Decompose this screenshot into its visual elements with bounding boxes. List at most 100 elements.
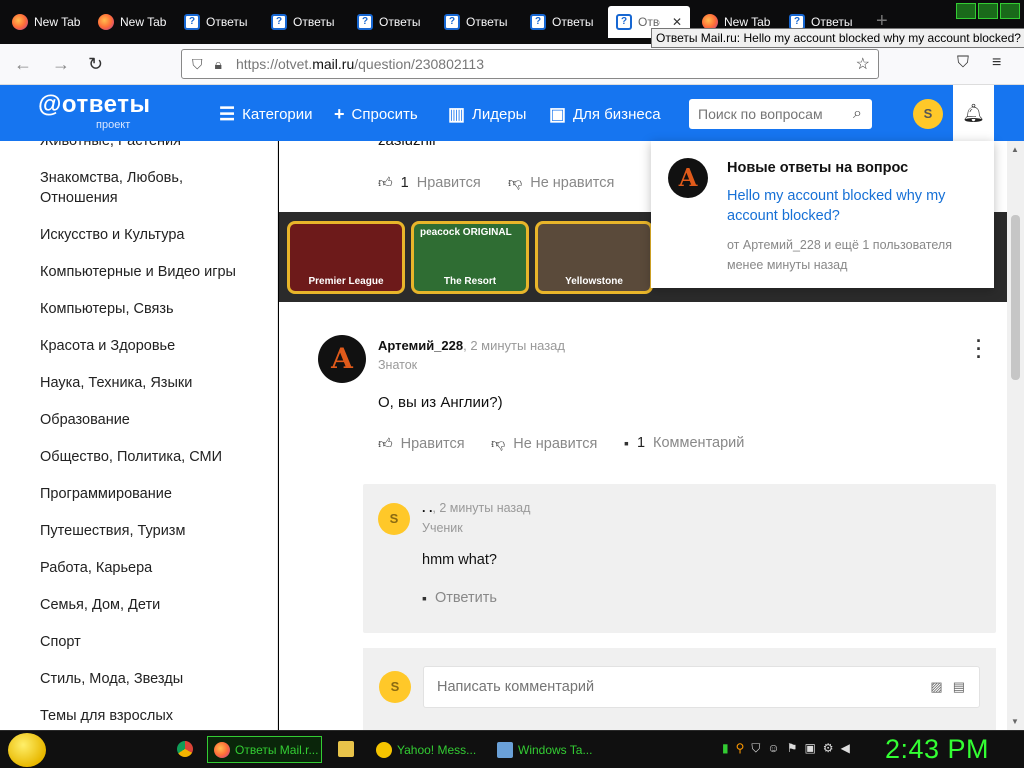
scroll-down-icon[interactable]: ▼ [1011, 717, 1019, 726]
browser-tab[interactable]: ? Ответы [436, 6, 520, 38]
thumbs-down-icon: 👎︎ [508, 174, 523, 190]
nav-leaders[interactable]: ▥ Лидеры [448, 104, 526, 125]
minimize-button[interactable] [956, 3, 976, 19]
ad-card[interactable]: Yellowstone [535, 221, 653, 294]
video-icon[interactable]: ▤ [953, 679, 965, 695]
ad-card[interactable]: Premier League [287, 221, 405, 294]
sidebar-item-family[interactable]: Семья, Дом, Дети [40, 595, 250, 615]
question-icon: ? [616, 14, 632, 30]
comment-icon: ▪ [624, 435, 629, 451]
window-icon [497, 741, 513, 758]
more-options-icon[interactable]: · · · [976, 332, 982, 366]
close-tab-icon[interactable]: ✕ [672, 15, 682, 29]
sidebar-item-programming[interactable]: Программирование [40, 484, 250, 504]
browser-tab[interactable]: ? Ответы [263, 6, 347, 38]
taskbar-item-messenger[interactable]: Yahoo! Mess... [370, 736, 485, 763]
browser-tab[interactable]: New Tab [90, 6, 174, 38]
bookmark-star-icon[interactable]: ☆ [856, 54, 870, 74]
comment-rank: Ученик [422, 521, 463, 535]
search-box[interactable]: ⌕ [689, 99, 872, 129]
taskbar-item-task-manager[interactable]: Windows Ta... [491, 736, 601, 763]
comments-button[interactable]: ▪ 1 Комментарий [624, 435, 744, 451]
like-button[interactable]: 👍︎ Нравится [378, 435, 465, 452]
sidebar-item-beauty[interactable]: Красота и Здоровье [40, 336, 250, 356]
sidebar-item-dating[interactable]: Знакомства, Любовь, Отношения [40, 168, 250, 208]
nav-business[interactable]: ▣ Для бизнеса [549, 104, 661, 125]
sidebar-item-work[interactable]: Работа, Карьера [40, 558, 250, 578]
question-icon: ? [271, 14, 287, 30]
volume-icon[interactable]: ◀ [841, 741, 850, 756]
sidebar-item-education[interactable]: Образование [40, 410, 250, 430]
search-icon[interactable]: ⌕ [853, 105, 862, 123]
ad-card[interactable]: peacock ORIGINAL The Resort [411, 221, 529, 294]
image-icon[interactable]: ▨ [930, 679, 942, 695]
reply-field[interactable]: ▨▤ [423, 666, 980, 708]
close-window-button[interactable] [1000, 3, 1020, 19]
question-icon: ? [444, 14, 460, 30]
dislike-button[interactable]: 👎︎ Не нравится [491, 435, 597, 452]
answer-author-avatar[interactable]: A [318, 335, 366, 383]
shield-icon[interactable]: ⛉ [192, 56, 203, 73]
nav-ask[interactable]: + Спросить [334, 104, 418, 125]
browser-tab[interactable]: ? Ответы [349, 6, 433, 38]
shield-icon[interactable]: ⛉ [751, 741, 760, 756]
forward-arrow-icon[interactable]: → [52, 54, 70, 75]
sidebar-item-animals[interactable]: Животные, Растения [40, 141, 250, 151]
sidebar-item-art[interactable]: Искусство и Культура [40, 225, 250, 245]
answer-author[interactable]: Артемий_228, 2 минуты назад [378, 338, 565, 353]
flag-icon[interactable]: ⚑ [787, 741, 798, 756]
user-avatar[interactable]: S [913, 99, 943, 129]
sidebar-item-style[interactable]: Стиль, Мода, Звезды [40, 669, 250, 689]
bell-icon[interactable]: 🔔︎ [953, 85, 994, 141]
site-logo[interactable]: @ответы проект [38, 91, 150, 131]
thumbs-up-icon: 👍︎ [378, 435, 393, 451]
browser-tab[interactable]: New Tab [4, 6, 88, 38]
sidebar-item-computers[interactable]: Компьютеры, Связь [40, 299, 250, 319]
scroll-up-icon[interactable]: ▲ [1011, 145, 1019, 154]
sidebar-item-games[interactable]: Компьютерные и Видео игры [40, 262, 250, 282]
back-arrow-icon[interactable]: ← [14, 54, 32, 75]
prev-dislike-button[interactable]: 👎︎ Не нравится [508, 174, 614, 191]
chrome-icon[interactable] [177, 741, 193, 757]
maximize-button[interactable] [978, 3, 998, 19]
comment-author-avatar[interactable]: S [378, 503, 410, 535]
taskbar-clock[interactable]: 2:43 PM [885, 734, 989, 765]
start-button[interactable] [8, 733, 46, 767]
folder-icon[interactable] [338, 741, 354, 757]
lock-icon[interactable]: 🔒︎ [215, 56, 222, 73]
sidebar-item-society[interactable]: Общество, Политика, СМИ [40, 447, 250, 467]
taskbar-item-browser[interactable]: Ответы Mail.r... [207, 736, 322, 763]
browser-tab[interactable]: ? Ответы [176, 6, 260, 38]
sidebar-item-adult[interactable]: Темы для взрослых [40, 706, 250, 726]
url-bar[interactable]: ⛉ 🔒︎ https://otvet.mail.ru/question/2308… [181, 49, 879, 79]
reload-icon[interactable]: ↻ [88, 54, 103, 75]
search-input[interactable] [698, 106, 838, 122]
question-icon: ? [530, 14, 546, 30]
comment-input[interactable] [437, 679, 897, 695]
nav-categories[interactable]: ☰ Категории [219, 104, 313, 125]
site-header: @ответы проект ☰ Категории + Спросить ▥ Лид… [0, 85, 1024, 141]
comment-author[interactable]: . ., 2 минуты назад [422, 501, 530, 515]
notification-link[interactable]: Hello my account blocked why my account … [727, 186, 977, 226]
reply-user-avatar[interactable]: S [379, 671, 411, 703]
messenger-tray-icon[interactable]: ☺ [767, 741, 779, 756]
sidebar-item-sport[interactable]: Спорт [40, 632, 250, 652]
scroll-thumb[interactable] [1011, 215, 1020, 380]
reply-button[interactable]: ▪ Ответить [422, 590, 497, 606]
window-controls[interactable] [956, 3, 1020, 19]
pocket-icon[interactable]: ⛉ [957, 54, 969, 72]
magnifier-icon[interactable]: ⚲ [736, 741, 745, 756]
hamburger-menu-icon[interactable]: ≡ [992, 54, 1001, 72]
browser-tab[interactable]: ? Ответы [522, 6, 606, 38]
sidebar-item-science[interactable]: Наука, Техника, Языки [40, 373, 250, 393]
reply-block: S ▨▤ [363, 648, 996, 730]
prev-answer-text: zasluzhil [378, 141, 436, 149]
url-text[interactable]: https://otvet.mail.ru/question/230802113 [236, 56, 484, 72]
settings-icon[interactable]: ⚙ [823, 741, 834, 756]
network-icon[interactable]: ▣ [804, 741, 815, 756]
sidebar-item-travel[interactable]: Путешествия, Туризм [40, 521, 250, 541]
prev-like-button[interactable]: 👍︎ 1 Нравится [378, 174, 481, 191]
page-scrollbar[interactable]: ▲ ▼ [1007, 141, 1024, 730]
comment-block: S . ., 2 минуты назад Ученик hmm what? ▪… [363, 484, 996, 633]
tray-app-icon[interactable]: ▮ [722, 741, 729, 756]
